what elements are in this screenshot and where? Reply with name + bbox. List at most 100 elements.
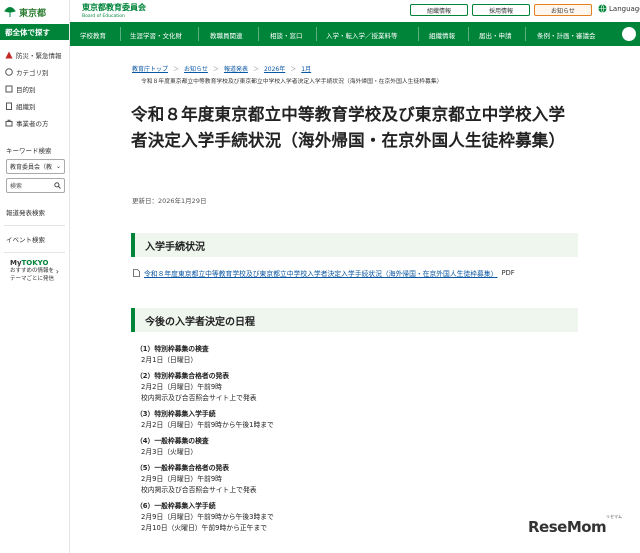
- list-item: （2）特別枠募集合格者の発表 2月2日（月曜日）午前9時 校内掲示及び合否照会サ…: [136, 371, 576, 404]
- mytokyo-link[interactable]: MyTOKYO おすすめの情報を テーマごとに発信 ›: [0, 259, 69, 284]
- warning-icon: [5, 51, 13, 58]
- press-release-search-link[interactable]: 報道発表検索: [0, 205, 69, 219]
- schedule-detail: 校内掲示及び合否照会サイト上で発表: [141, 486, 257, 494]
- logo-text: 東京都: [19, 8, 47, 19]
- sidebar-item-label: 防災・緊急情報: [16, 51, 62, 60]
- sidebar-item-label: 組織別: [16, 102, 36, 111]
- schedule-heading: （6）一般枠募集入学手続: [136, 502, 216, 510]
- nav-separator: [468, 27, 469, 41]
- schedule-heading: （4）一般枠募集の検査: [136, 437, 209, 445]
- event-search-link[interactable]: イベント検索: [0, 232, 69, 246]
- list-item: （3）特別枠募集入学手続 2月2日（月曜日）午前9時から午後1時まで: [136, 409, 576, 431]
- sidebar-item-label: 目的別: [16, 85, 36, 94]
- sidebar-item-emergency[interactable]: 防災・緊急情報: [0, 46, 69, 63]
- search-icon[interactable]: [54, 182, 61, 189]
- search-all-tokyo-label: 都全体で探す: [0, 24, 69, 40]
- sidebar-item-category[interactable]: カテゴリ別: [0, 63, 69, 80]
- list-item: （1）特別枠募集の検査 2月1日（日曜日）: [136, 344, 576, 366]
- pdf-link[interactable]: 令和８年度東京都立中等教育学校及び東京都立中学校入学者決定入学手続状況（海外帰国…: [144, 268, 497, 278]
- list-item: （6）一般枠募集入学手続 2月9日（月曜日）午前9時から午後3時まで 2月10日…: [136, 501, 576, 534]
- global-nav: 学校教育 生涯学習・文化財 教職員関連 相談・窓口 入学・転入学／授業料等 組織…: [70, 22, 640, 46]
- site-header: 東京都教育委員会 Board of Education 組織情報 採用情報 お知…: [70, 0, 640, 20]
- language-label: Language: [609, 4, 640, 13]
- tokyo-logo[interactable]: 東京都: [0, 0, 69, 24]
- purpose-icon: [5, 85, 13, 92]
- keyword-search-label: キーワード検索: [6, 147, 52, 155]
- list-item: （5）一般枠募集合格者の発表 2月9日（月曜日）午前9時 校内掲示及び合否照会サ…: [136, 463, 576, 496]
- chevron-down-icon: ⌄: [55, 163, 61, 170]
- nav-item-lifelong-learning[interactable]: 生涯学習・文化財: [130, 30, 182, 40]
- breadcrumb: 教育庁トップ ＞ お知らせ ＞ 報道発表 ＞ 2026年 ＞ 1月: [132, 64, 311, 73]
- sidebar-item-business[interactable]: 事業者の方: [0, 114, 69, 131]
- globe-icon: [598, 4, 607, 13]
- breadcrumb-current: 令和８年度東京都立中等教育学校及び東京都立中学校入学者決定入学手続状況（海外帰国…: [141, 79, 443, 85]
- schedule-list: （1）特別枠募集の検査 2月1日（日曜日） （2）特別枠募集合格者の発表 2月2…: [136, 344, 576, 539]
- schedule-heading: （5）一般枠募集合格者の発表: [136, 464, 230, 472]
- nav-more-button[interactable]: [622, 27, 636, 41]
- breadcrumb-link[interactable]: 報道発表: [224, 66, 248, 73]
- schedule-detail: 2月9日（月曜日）午前9時: [141, 475, 222, 483]
- search-scope-select[interactable]: 教育委員会（教 ⌄: [6, 159, 65, 174]
- brand-name: 東京都教育委員会: [82, 3, 146, 12]
- resemom-watermark-sub: リセマム: [606, 514, 622, 519]
- nav-item-regulations[interactable]: 条例・計画・審議会: [537, 30, 596, 40]
- sidebar-menu: 防災・緊急情報 カテゴリ別 目的別 組織別 事業者の方: [0, 46, 69, 131]
- document-icon: [133, 269, 140, 277]
- breadcrumb-link[interactable]: 1月: [301, 66, 311, 73]
- schedule-detail: 2月2日（月曜日）午前9時: [141, 383, 222, 391]
- schedule-detail: 2月10日（火曜日）午前9時から正午まで: [141, 524, 268, 532]
- breadcrumb-separator: ＞: [173, 66, 180, 73]
- list-item: （4）一般枠募集の検査 2月3日（火曜日）: [136, 436, 576, 458]
- schedule-heading: （1）特別枠募集の検査: [136, 345, 209, 353]
- nav-separator: [258, 27, 259, 41]
- nav-item-organization[interactable]: 組織情報: [429, 30, 455, 40]
- nav-item-consultation[interactable]: 相談・窓口: [270, 30, 303, 40]
- sidebar: 東京都 都全体で探す 防災・緊急情報 カテゴリ別 目的別 組織別 事業者の方 キ…: [0, 0, 70, 553]
- nav-item-admission[interactable]: 入学・転入学／授業料等: [326, 30, 398, 40]
- organization-info-button[interactable]: 組織情報: [410, 4, 468, 16]
- sidebar-item-purpose[interactable]: 目的別: [0, 80, 69, 97]
- schedule-detail: 2月9日（月曜日）午前9時から午後3時まで: [141, 513, 274, 521]
- section-heading-schedule: 今後の入学者決定の日程: [131, 308, 578, 332]
- schedule-detail: 2月3日（火曜日）: [141, 448, 198, 456]
- breadcrumb-link[interactable]: 教育庁トップ: [132, 66, 168, 73]
- brand-subtitle: Board of Education: [82, 14, 125, 19]
- organization-icon: [6, 102, 12, 110]
- sidebar-item-organization[interactable]: 組織別: [0, 97, 69, 114]
- schedule-heading: （3）特別枠募集入学手続: [136, 410, 216, 418]
- nav-item-teachers[interactable]: 教職員関連: [210, 30, 243, 40]
- search-scope-value: 教育委員会（教: [10, 164, 53, 171]
- search-input[interactable]: 検索: [6, 178, 65, 193]
- resemom-watermark: ReseMom: [528, 518, 607, 536]
- mytokyo-desc-2: テーマごとに発信: [10, 276, 55, 283]
- nav-separator: [525, 27, 526, 41]
- divider: [4, 225, 65, 226]
- notice-button[interactable]: お知らせ: [534, 4, 592, 16]
- recruitment-info-button[interactable]: 採用情報: [472, 4, 530, 16]
- breadcrumb-link[interactable]: 2026年: [264, 66, 285, 73]
- updated-date: 更新日：2026年1月29日: [132, 197, 207, 205]
- breadcrumb-separator: ＞: [212, 66, 219, 73]
- nav-item-applications[interactable]: 届出・申請: [479, 30, 512, 40]
- category-icon: [5, 67, 13, 76]
- pdf-suffix: PDF: [501, 269, 515, 277]
- board-of-education-brand[interactable]: 東京都教育委員会 Board of Education: [82, 2, 146, 19]
- chevron-right-icon: ›: [55, 267, 59, 276]
- mytokyo-title: MyTOKYO: [10, 259, 69, 267]
- breadcrumb-separator: ＞: [290, 66, 297, 73]
- mytokyo-prefix: My: [10, 259, 22, 267]
- schedule-detail: 2月1日（日曜日）: [141, 356, 198, 364]
- language-selector[interactable]: Language: [598, 4, 640, 13]
- nav-item-school-education[interactable]: 学校教育: [80, 30, 106, 40]
- nav-separator: [120, 27, 121, 41]
- mytokyo-desc-1: おすすめの情報を: [10, 268, 55, 274]
- breadcrumb-separator: ＞: [252, 66, 259, 73]
- sidebar-item-label: 事業者の方: [16, 119, 49, 128]
- page-title: 令和８年度東京都立中等教育学校及び東京都立中学校入学者決定入学手続状況（海外帰国…: [131, 105, 566, 150]
- business-icon: [5, 119, 13, 126]
- search-placeholder: 検索: [10, 183, 23, 190]
- sidebar-item-label: カテゴリ別: [16, 68, 49, 77]
- nav-separator: [316, 27, 317, 41]
- ginkgo-leaf-icon: [4, 7, 16, 17]
- breadcrumb-link[interactable]: お知らせ: [184, 66, 208, 73]
